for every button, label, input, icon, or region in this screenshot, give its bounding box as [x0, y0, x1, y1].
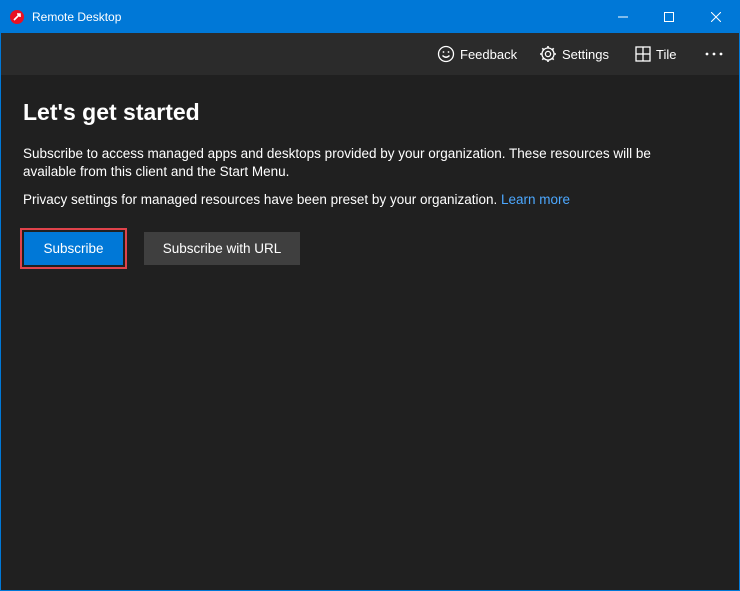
smiley-icon — [437, 45, 455, 63]
gear-icon — [540, 46, 556, 62]
title-bar[interactable]: Remote Desktop — [1, 1, 739, 33]
subscribe-with-url-button[interactable]: Subscribe with URL — [144, 232, 300, 265]
feedback-button[interactable]: Feedback — [437, 33, 517, 75]
tile-view-button[interactable]: Tile — [635, 33, 676, 75]
learn-more-link[interactable]: Learn more — [501, 192, 570, 207]
more-options-button[interactable] — [704, 33, 724, 75]
privacy-notice: Privacy settings for managed resources h… — [23, 191, 570, 209]
tile-icon — [635, 46, 651, 62]
window-title: Remote Desktop — [32, 10, 122, 24]
privacy-text: Privacy settings for managed resources h… — [23, 192, 502, 207]
maximize-button[interactable] — [646, 1, 692, 33]
page-title: Let's get started — [23, 99, 200, 125]
subscribe-button[interactable]: Subscribe — [20, 228, 127, 269]
minimize-icon — [618, 16, 628, 18]
remote-desktop-icon — [10, 10, 24, 24]
subscribe-description: Subscribe to access managed apps and des… — [23, 146, 651, 179]
minimize-button[interactable] — [600, 1, 646, 33]
tile-label: Tile — [656, 46, 677, 62]
close-button[interactable] — [693, 1, 739, 33]
main-content: Let's get started Subscribe to access ma… — [1, 75, 739, 590]
command-bar: Feedback Settings Tile — [1, 33, 739, 75]
settings-label: Settings — [562, 46, 609, 62]
feedback-label: Feedback — [460, 46, 518, 62]
app-window: Remote Desktop Feedback Settings Tile Le… — [0, 0, 740, 591]
close-icon — [711, 12, 721, 22]
more-icon — [705, 52, 723, 56]
settings-button[interactable]: Settings — [539, 33, 609, 75]
maximize-icon — [664, 12, 674, 22]
